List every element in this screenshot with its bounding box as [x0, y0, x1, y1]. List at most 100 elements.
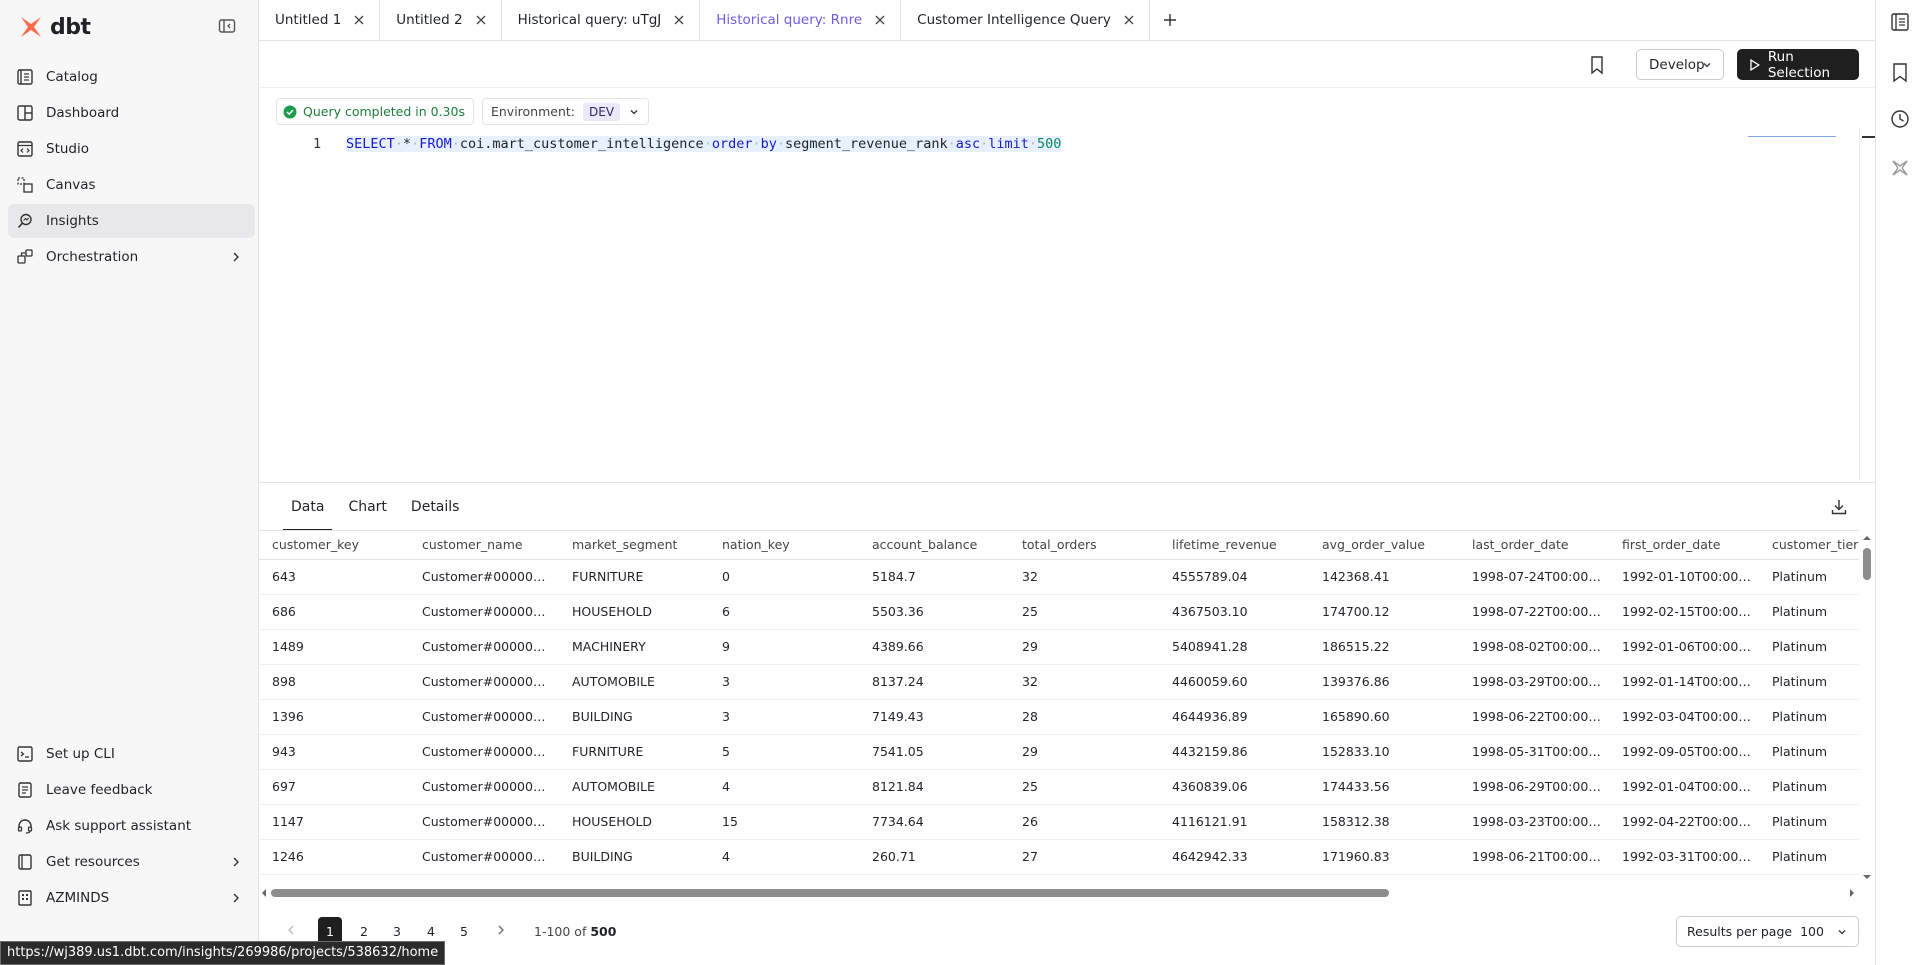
table-cell[interactable]: 1998-07-22T00:00:00: [1459, 594, 1609, 630]
table-cell[interactable]: Customer#000000898: [409, 664, 559, 700]
table-cell[interactable]: 1998-03-29T00:00:00: [1459, 664, 1609, 700]
table-cell[interactable]: 697: [259, 769, 409, 805]
scrollbar-thumb[interactable]: [1863, 548, 1871, 580]
table-cell[interactable]: 4367503.10: [1159, 594, 1309, 630]
close-icon[interactable]: [874, 14, 886, 26]
table-cell[interactable]: 25: [1009, 594, 1159, 630]
table-cell[interactable]: AUTOMOBILE: [559, 769, 709, 805]
table-row[interactable]: 1489 Customer#000001489 MACHINERY 9 4389.66 2…: [259, 629, 1859, 665]
table-cell[interactable]: 4116121.91: [1159, 804, 1309, 840]
column-header[interactable]: first_order_date: [1609, 531, 1759, 560]
table-cell[interactable]: 152833.10: [1309, 734, 1459, 770]
column-header[interactable]: lifetime_revenue: [1159, 531, 1309, 560]
column-header[interactable]: account_balance: [859, 531, 1009, 560]
table-cell[interactable]: 4460059.60: [1159, 664, 1309, 700]
table-cell[interactable]: 25: [1009, 769, 1159, 805]
table-cell[interactable]: 943: [259, 734, 409, 770]
table-cell[interactable]: 1998-06-29T00:00:00: [1459, 769, 1609, 805]
tab-chart[interactable]: Chart: [340, 483, 394, 531]
column-header[interactable]: nation_key: [709, 531, 859, 560]
scrollbar-thumb[interactable]: [271, 889, 1389, 897]
table-row[interactable]: 943 Customer#000000943 FURNITURE 5 7541.05 29…: [259, 734, 1859, 770]
new-tab-button[interactable]: [1150, 0, 1190, 40]
table-cell[interactable]: 27: [1009, 839, 1159, 875]
table-cell[interactable]: 6: [709, 594, 859, 630]
close-icon[interactable]: [673, 14, 685, 26]
table-cell[interactable]: 7541.05: [859, 734, 1009, 770]
table-cell[interactable]: HOUSEHOLD: [559, 804, 709, 840]
history-icon[interactable]: [1889, 108, 1911, 130]
bookmark-icon[interactable]: [1588, 55, 1606, 75]
table-cell[interactable]: 26: [1009, 804, 1159, 840]
table-cell[interactable]: 139376.86: [1309, 664, 1459, 700]
table-cell[interactable]: 1992-01-04T00:00:00: [1609, 769, 1759, 805]
table-cell[interactable]: 4360839.06: [1159, 769, 1309, 805]
table-cell[interactable]: 1998-03-23T00:00:00: [1459, 804, 1609, 840]
table-cell[interactable]: 1992-02-15T00:00:00: [1609, 594, 1759, 630]
table-row[interactable]: 643 Customer#000000643 FURNITURE 0 5184.7 32 4…: [259, 559, 1859, 595]
bookmarks-panel-icon[interactable]: [1889, 61, 1911, 83]
table-cell[interactable]: 142368.41: [1309, 559, 1459, 595]
table-cell[interactable]: 643: [259, 559, 409, 595]
table-cell[interactable]: 1992-09-05T00:00:00: [1609, 734, 1759, 770]
table-cell[interactable]: Platinum: [1759, 594, 1859, 630]
table-cell[interactable]: 1998-05-31T00:00:00: [1459, 734, 1609, 770]
environment-select[interactable]: Develop: [1636, 49, 1724, 80]
table-cell[interactable]: 7149.43: [859, 699, 1009, 735]
table-cell[interactable]: 3: [709, 699, 859, 735]
table-cell[interactable]: AUTOMOBILE: [559, 664, 709, 700]
sidebar-item-ask-support[interactable]: Ask support assistant: [8, 809, 255, 843]
sidebar-item-setup-cli[interactable]: Set up CLI: [8, 737, 255, 771]
sidebar-item-studio[interactable]: Studio: [8, 132, 255, 166]
table-cell[interactable]: Customer#000001246: [409, 839, 559, 875]
column-header[interactable]: customer_key: [259, 531, 409, 560]
table-cell[interactable]: 4: [709, 839, 859, 875]
table-cell[interactable]: 4644936.89: [1159, 699, 1309, 735]
table-cell[interactable]: 29: [1009, 734, 1159, 770]
download-icon[interactable]: [1830, 498, 1848, 516]
table-cell[interactable]: 260.71: [859, 839, 1009, 875]
table-cell[interactable]: 174700.12: [1309, 594, 1459, 630]
tab-details[interactable]: Details: [403, 483, 468, 531]
table-cell[interactable]: 4432159.86: [1159, 734, 1309, 770]
table-cell[interactable]: 1396: [259, 699, 409, 735]
scroll-up-icon[interactable]: [1859, 532, 1875, 544]
table-cell[interactable]: 5184.7: [859, 559, 1009, 595]
table-cell[interactable]: 4555789.04: [1159, 559, 1309, 595]
sql-editor[interactable]: 1 SELECT·*·FROM·coi.mart_customer_intell…: [259, 128, 1875, 480]
table-cell[interactable]: FURNITURE: [559, 559, 709, 595]
table-cell[interactable]: 28: [1009, 699, 1159, 735]
table-cell[interactable]: BUILDING: [559, 839, 709, 875]
table-row[interactable]: 697 Customer#000000697 AUTOMOBILE 4 8121.84 2…: [259, 769, 1859, 805]
close-icon[interactable]: [353, 14, 365, 26]
table-cell[interactable]: 5503.36: [859, 594, 1009, 630]
table-cell[interactable]: 8121.84: [859, 769, 1009, 805]
table-cell[interactable]: 5: [709, 734, 859, 770]
column-header[interactable]: market_segment: [559, 531, 709, 560]
column-header[interactable]: last_order_date: [1459, 531, 1609, 560]
sidebar-item-leave-feedback[interactable]: Leave feedback: [8, 773, 255, 807]
copilot-icon[interactable]: [1889, 157, 1911, 179]
table-cell[interactable]: Platinum: [1759, 629, 1859, 665]
column-header[interactable]: avg_order_value: [1309, 531, 1459, 560]
chevron-left-icon[interactable]: [285, 924, 297, 936]
table-cell[interactable]: Platinum: [1759, 559, 1859, 595]
table-cell[interactable]: 32: [1009, 559, 1159, 595]
table-cell[interactable]: 4642942.33: [1159, 839, 1309, 875]
table-cell[interactable]: 1992-01-14T00:00:00: [1609, 664, 1759, 700]
sidebar-item-account[interactable]: AZMINDS: [8, 881, 255, 915]
table-cell[interactable]: 1147: [259, 804, 409, 840]
table-cell[interactable]: Customer#000001147: [409, 804, 559, 840]
chevron-right-icon[interactable]: [495, 924, 507, 936]
tab-untitled-2[interactable]: Untitled 2: [380, 0, 502, 40]
close-icon[interactable]: [1123, 14, 1135, 26]
table-row[interactable]: 1147 Customer#000001147 HOUSEHOLD 15 7734.64…: [259, 804, 1859, 840]
table-cell[interactable]: Customer#000000697: [409, 769, 559, 805]
brand[interactable]: dbt: [18, 14, 91, 40]
tab-customer-intelligence[interactable]: Customer Intelligence Query: [901, 0, 1150, 40]
scroll-left-icon[interactable]: [259, 886, 269, 900]
table-cell[interactable]: 1246: [259, 839, 409, 875]
table-cell[interactable]: 1992-01-06T00:00:00: [1609, 629, 1759, 665]
catalog-panel-icon[interactable]: [1889, 11, 1911, 33]
table-cell[interactable]: 7734.64: [859, 804, 1009, 840]
